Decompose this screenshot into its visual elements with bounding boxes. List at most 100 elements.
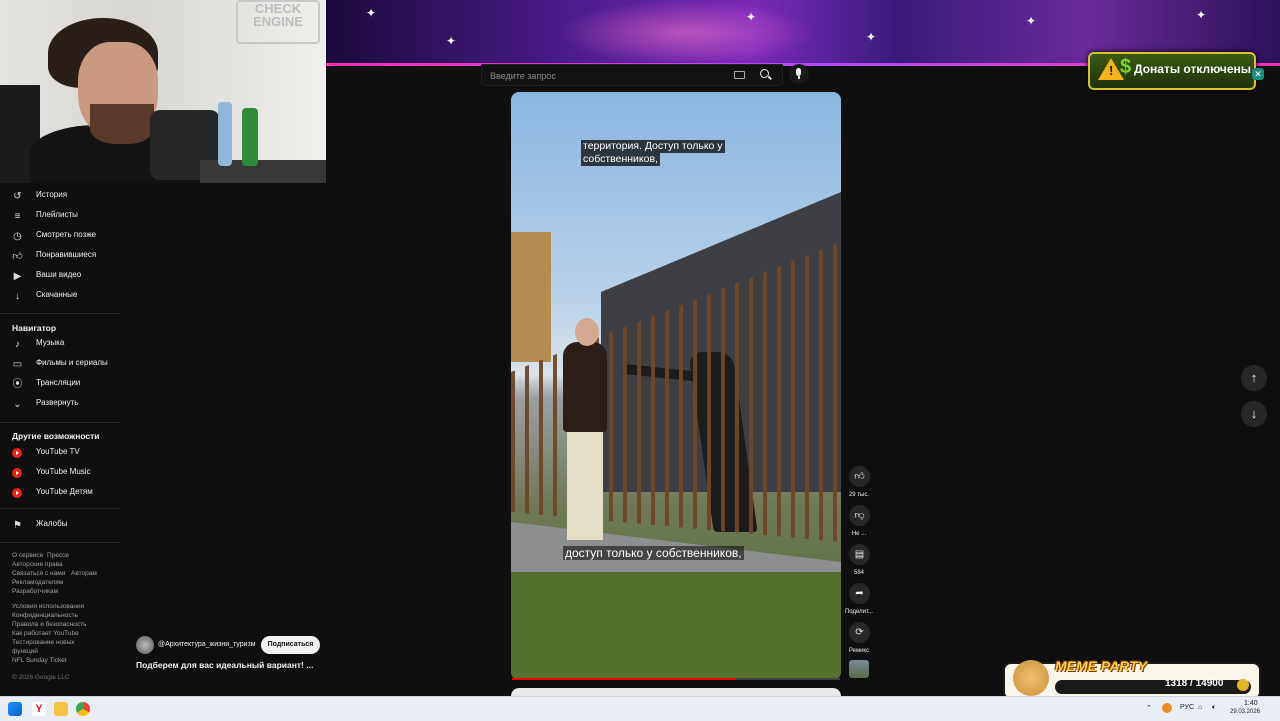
clock-time[interactable]: 1:40 (1244, 700, 1258, 707)
search-box[interactable] (481, 64, 783, 86)
sidebar-item-liked[interactable]: 👍︎ Понравившиеся (0, 246, 120, 266)
search-input[interactable] (488, 67, 722, 85)
clock-date[interactable]: 29.03.2026 (1230, 709, 1260, 715)
footer-link[interactable]: Условия использования (12, 603, 84, 610)
chrome-icon[interactable] (76, 702, 90, 716)
footer-link[interactable]: функций (12, 648, 38, 655)
watch-later-icon: ◷ (13, 231, 22, 242)
footer-link[interactable]: Связаться с нами (12, 570, 65, 577)
sidebar-item-youtube-kids[interactable]: YouTube Детям (0, 483, 120, 503)
footer-link[interactable]: Прессе (47, 552, 69, 559)
footer-link[interactable]: Авторские права (12, 561, 63, 568)
sidebar-item-youtube-music[interactable]: YouTube Music (0, 463, 120, 483)
coin-icon (1237, 679, 1249, 691)
sidebar-item-history[interactable]: ↺ История (0, 186, 120, 206)
sidebar-item-label: Ваши видео (36, 270, 82, 279)
sidebar-item-watch-later[interactable]: ◷ Смотреть позже (0, 226, 120, 246)
bottle (218, 102, 232, 166)
arrow-down-icon: ↓ (1250, 406, 1258, 421)
network-icon[interactable]: ⌂ (1198, 704, 1202, 711)
sidebar-item-films[interactable]: ▭ Фильмы и сериалы (0, 354, 120, 374)
sidebar-item-music[interactable]: ♪ Музыка (0, 334, 120, 354)
section-title-navigator: Навигатор (12, 323, 57, 333)
video-title[interactable]: Подберем для вас идеальный вариант! ... (136, 660, 313, 670)
video-progress-bar[interactable] (512, 678, 840, 680)
footer-link[interactable]: О сервисе (12, 552, 43, 559)
voice-search-button[interactable] (789, 64, 809, 84)
sidebar-item-label: Плейлисты (36, 210, 78, 219)
sidebar-item-expand[interactable]: ⌄ Развернуть (0, 394, 120, 414)
history-icon: ↺ (13, 191, 22, 202)
tray-chevron-icon[interactable]: ⌃ (1146, 704, 1152, 712)
sidebar-item-label: YouTube TV (36, 447, 80, 456)
video-scene (511, 232, 551, 362)
sidebar-item-live[interactable]: ⦿ Трансляции (0, 374, 120, 394)
next-short-button[interactable]: ↓ (1241, 401, 1267, 427)
youtube-music-icon (12, 468, 22, 478)
previous-short-button[interactable]: ↑ (1241, 365, 1267, 391)
footer-link[interactable]: Как работает YouTube (12, 630, 79, 637)
keyboard-icon[interactable] (734, 71, 745, 79)
dislike-label: Не ... (851, 531, 867, 537)
sidebar-item-reports[interactable]: ⚑ Жалобы (0, 515, 120, 535)
youtube-kids-icon (12, 488, 22, 498)
share-label: Поделит... (844, 609, 874, 615)
chevron-down-icon: ⌄ (13, 399, 22, 410)
next-short-preview[interactable] (511, 688, 841, 696)
file-explorer-icon[interactable] (54, 702, 68, 716)
doge-icon (1013, 660, 1049, 696)
youtube-tv-icon (12, 448, 22, 458)
dislike-button[interactable]: 👎︎ (849, 505, 870, 526)
sidebar-item-label: Скачанные (36, 290, 78, 299)
sidebar-item-label: Понравившиеся (36, 250, 97, 259)
sound-thumbnail[interactable] (849, 660, 869, 678)
yandex-browser-icon[interactable]: Y (32, 702, 46, 716)
short-video-player[interactable] (511, 92, 841, 680)
sidebar-item-label: YouTube Music (36, 467, 91, 476)
volume-icon[interactable]: 🔈︎ (1212, 704, 1216, 712)
star-icon: ✦ (1026, 14, 1037, 28)
close-icon[interactable]: ✕ (1252, 68, 1264, 80)
footer-link[interactable]: Авторам (71, 570, 97, 577)
star-icon: ✦ (1196, 8, 1207, 22)
sidebar-item-youtube-tv[interactable]: YouTube TV (0, 443, 120, 463)
film-icon: ▭ (12, 359, 23, 370)
comments-button[interactable]: ▤ (849, 544, 870, 565)
video-person (563, 342, 607, 432)
star-icon: ✦ (746, 10, 757, 24)
like-button[interactable]: 👍︎ (849, 466, 870, 487)
sidebar-item-your-videos[interactable]: ▶ Ваши видео (0, 266, 120, 286)
language-indicator[interactable]: РУС (1180, 704, 1194, 711)
sidebar-item-label: Фильмы и сериалы (36, 358, 108, 367)
comment-icon: ▤ (854, 549, 865, 560)
music-icon: ♪ (15, 339, 20, 350)
comments-count: 584 (853, 570, 864, 576)
bottle (242, 108, 258, 166)
star-icon: ✦ (446, 34, 457, 48)
sidebar-item-label: Смотреть позже (36, 230, 97, 239)
star-icon: ✦ (366, 6, 377, 20)
share-button[interactable]: ➦ (849, 583, 870, 604)
video-person (575, 318, 599, 346)
subscribe-button[interactable]: Подписаться (261, 636, 320, 654)
wall-logo: CHECK ENGINE (236, 0, 320, 44)
footer-link[interactable]: Тестирование новых (12, 639, 75, 646)
footer-link[interactable]: Рекламодателям (12, 579, 63, 586)
windows-start-icon[interactable] (8, 702, 22, 716)
footer-link[interactable]: NFL Sunday Ticket (12, 657, 67, 664)
copyright: © 2026 Google LLC (12, 674, 70, 681)
divider (0, 542, 120, 543)
footer-link[interactable]: Правила и безопасность (12, 621, 86, 628)
sidebar-item-playlists[interactable]: ≡ Плейлисты (0, 206, 120, 226)
star-icon: ✦ (866, 30, 877, 44)
channel-name[interactable]: @Архитектура_жизни_туризм (158, 641, 256, 648)
footer-link[interactable]: Разработчикам (12, 588, 58, 595)
meme-party-widget: MEME PARTY 1318 / 14900 (1003, 658, 1261, 700)
thumbs-down-icon: 👎︎ (854, 510, 865, 521)
footer-link[interactable]: Конфиденциальность (12, 612, 78, 619)
sidebar-item-downloads[interactable]: ↓ Скачанные (0, 286, 120, 306)
search-icon[interactable] (760, 69, 769, 78)
channel-avatar[interactable] (136, 636, 154, 654)
remix-button[interactable]: ⟳ (849, 622, 870, 643)
tray-app-icon[interactable] (1162, 703, 1172, 713)
